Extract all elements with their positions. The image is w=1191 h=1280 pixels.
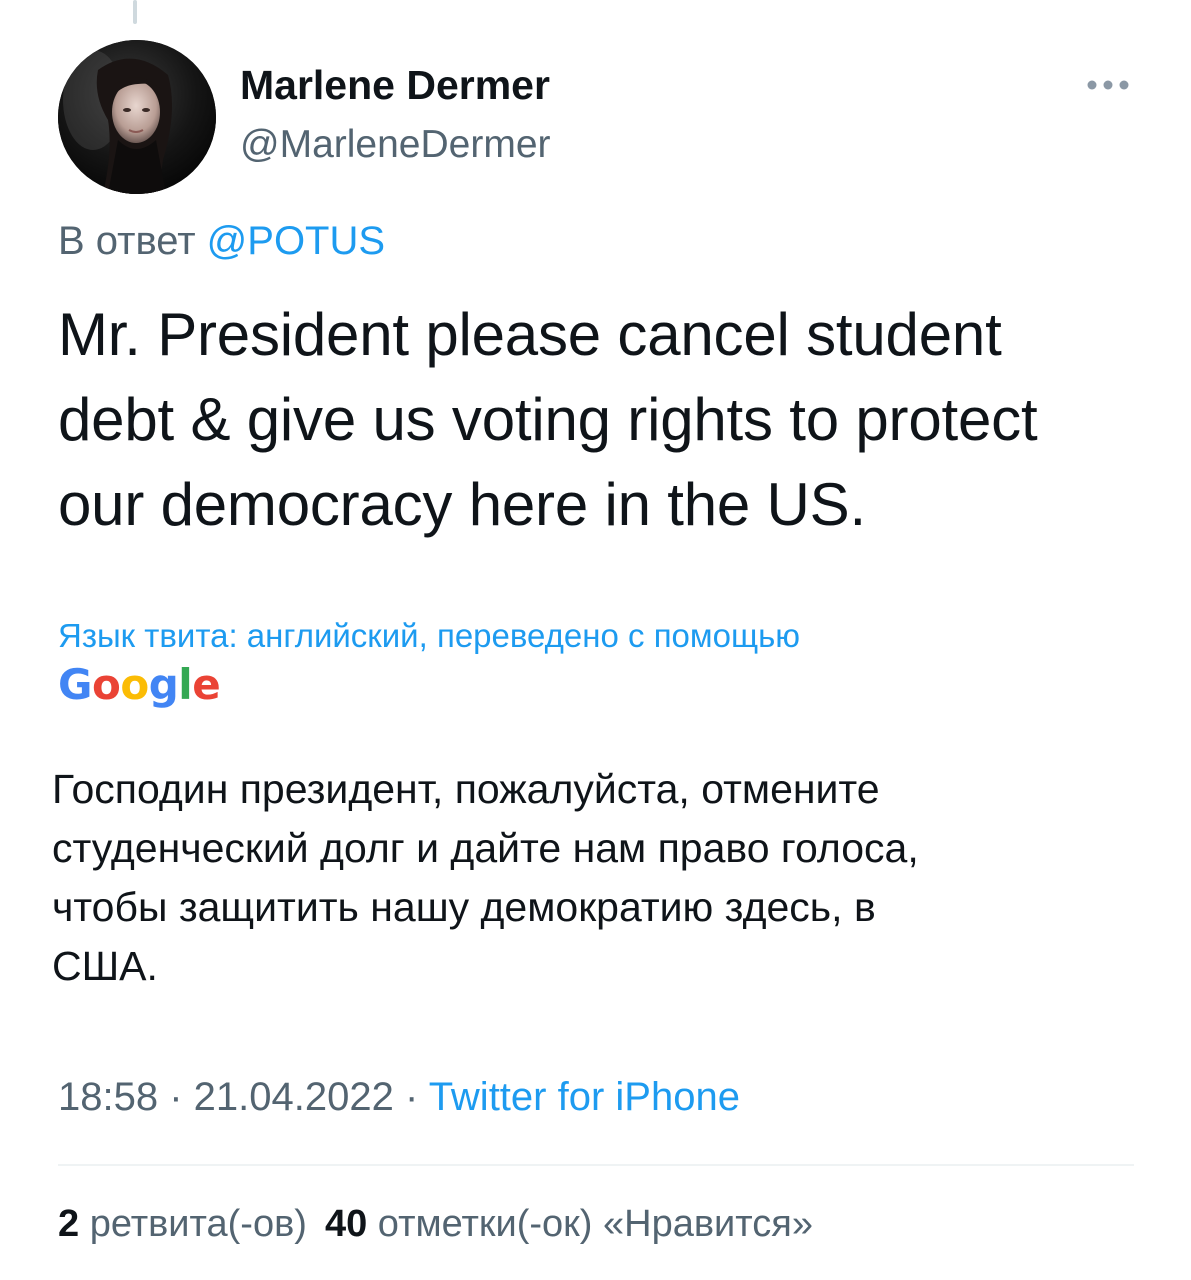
tweet-date[interactable]: 21.04.2022 [194,1075,394,1119]
meta-separator: · [158,1075,194,1119]
google-logo-letter: g [148,660,179,709]
translated-text-line: Господин президент, пожалуйста, отмените [52,766,880,812]
tweet-text-line: Mr. President please cancel student [58,301,1002,368]
author-handle[interactable]: @MarleneDermer [240,123,551,167]
tweet-text-line: our democracy here in the US. [58,471,866,538]
tweet-metadata: 18:58 · 21.04.2022 · Twitter for iPhone [58,1075,740,1120]
reply-context: В ответ @POTUS [58,219,385,264]
google-logo-letter: e [192,660,221,709]
google-logo-letter: o [120,660,149,709]
google-logo: Google [58,660,221,709]
translated-text-line: США. [52,943,158,989]
tweet-source-link[interactable]: Twitter for iPhone [429,1075,740,1119]
reply-prefix: В ответ [58,219,196,263]
translated-text-line: студенческий долг и дайте нам право голо… [52,825,919,871]
translated-tweet-text: Господин президент, пожалуйста, отмените… [52,760,1112,996]
tweet-stats: 2 ретвита(-ов) 40 отметки(-ок) «Нравится» [58,1203,813,1246]
reply-mention-link[interactable]: @POTUS [207,219,385,263]
retweets-stat[interactable]: 2 ретвита(-ов) [58,1203,307,1245]
retweets-label: ретвита(-ов) [89,1203,307,1245]
meta-separator: · [393,1075,429,1119]
translated-text-line: чтобы защитить нашу демократию здесь, в [52,884,876,930]
translation-notice-link[interactable]: Язык твита: английский, переведено с пом… [58,617,800,655]
retweets-count: 2 [58,1203,80,1245]
avatar[interactable] [58,40,216,194]
likes-label: отметки(-ок) «Нравится» [377,1203,813,1245]
more-horizontal-icon [1087,80,1129,90]
more-options-button[interactable] [1082,70,1134,100]
divider [58,1164,1134,1166]
likes-count: 40 [324,1203,368,1245]
author-display-name[interactable]: Marlene Dermer [240,62,550,109]
tweet-text: Mr. President please cancel student debt… [58,292,1148,547]
google-logo-letter: G [58,660,92,709]
google-logo-letter: l [178,660,193,709]
likes-stat[interactable]: 40 отметки(-ок) «Нравится» [325,1203,813,1245]
avatar-photo [58,40,216,194]
tweet-text-line: debt & give us voting rights to protect [58,386,1038,453]
google-logo-letter: o [91,660,121,709]
thread-connector-line [133,0,137,24]
tweet-time[interactable]: 18:58 [58,1075,158,1119]
